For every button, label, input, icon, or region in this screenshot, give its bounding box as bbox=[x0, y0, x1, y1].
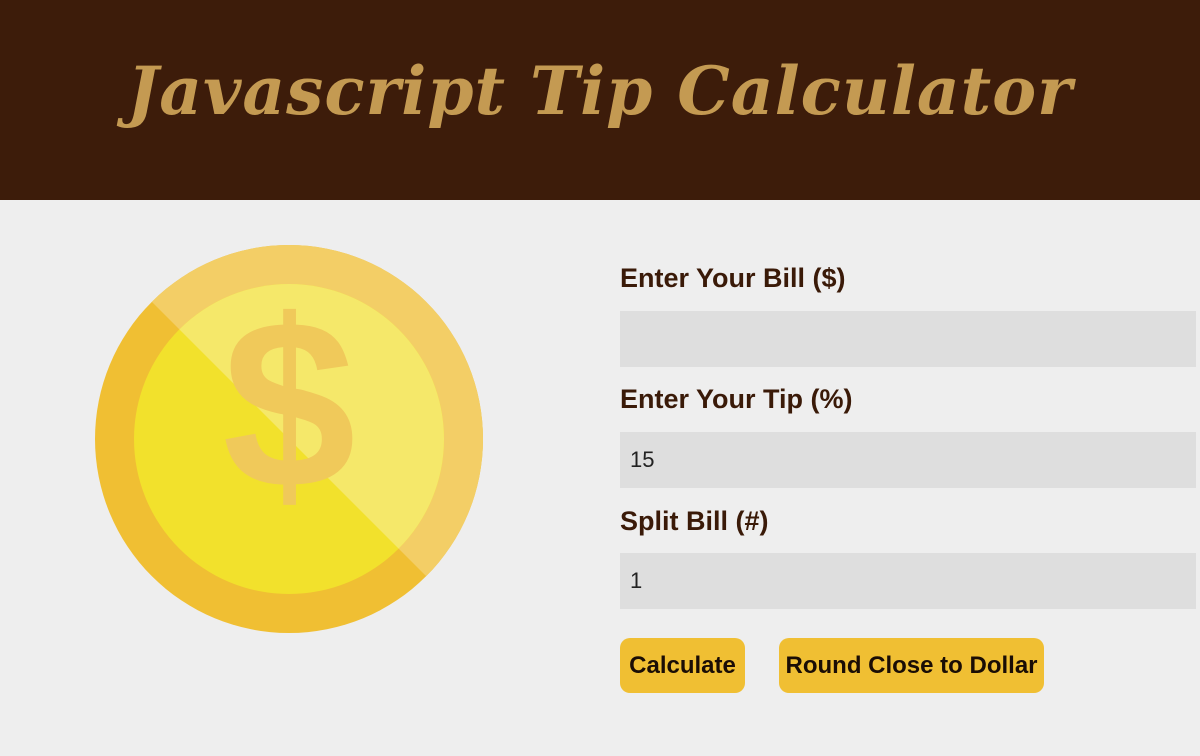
round-to-dollar-button[interactable]: Round Close to Dollar bbox=[779, 638, 1044, 693]
tip-label: Enter Your Tip (%) bbox=[620, 384, 853, 414]
split-input[interactable] bbox=[620, 553, 1196, 609]
tip-input[interactable] bbox=[620, 432, 1196, 488]
bill-label: Enter Your Bill ($) bbox=[620, 263, 846, 293]
bill-input[interactable] bbox=[620, 311, 1196, 367]
dollar-sign-glyph: $ bbox=[222, 270, 355, 538]
dollar-coin-icon: $ bbox=[95, 245, 483, 633]
calculate-button[interactable]: Calculate bbox=[620, 638, 745, 693]
tip-form: Enter Your Bill ($) Enter Your Tip (%) S… bbox=[620, 0, 1200, 756]
split-label: Split Bill (#) bbox=[620, 506, 769, 536]
